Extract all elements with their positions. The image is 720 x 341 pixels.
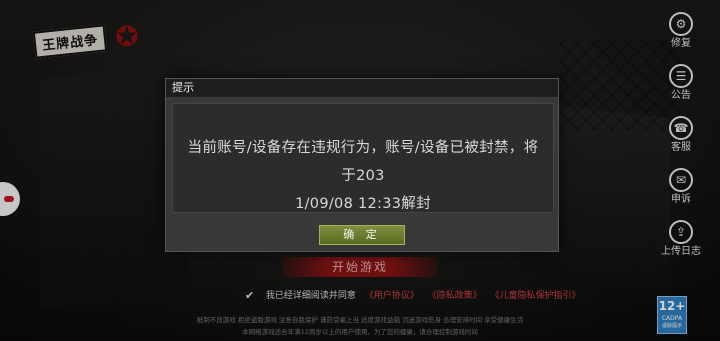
dialog-message-line2: 1/09/08 12:33解封 xyxy=(295,196,431,212)
confirm-button[interactable]: 确 定 xyxy=(319,225,405,245)
dialog-body: 当前账号/设备存在违规行为，账号/设备已被封禁，将于203 1/09/08 12… xyxy=(172,103,554,213)
ban-notice-dialog: 提示 当前账号/设备存在违规行为，账号/设备已被封禁，将于203 1/09/08… xyxy=(165,78,559,252)
dialog-title: 提示 xyxy=(166,79,558,97)
dialog-message: 当前账号/设备存在违规行为，账号/设备已被封禁，将于203 1/09/08 12… xyxy=(183,134,543,218)
dialog-message-line1: 当前账号/设备存在违规行为，账号/设备已被封禁，将于203 xyxy=(187,140,539,184)
